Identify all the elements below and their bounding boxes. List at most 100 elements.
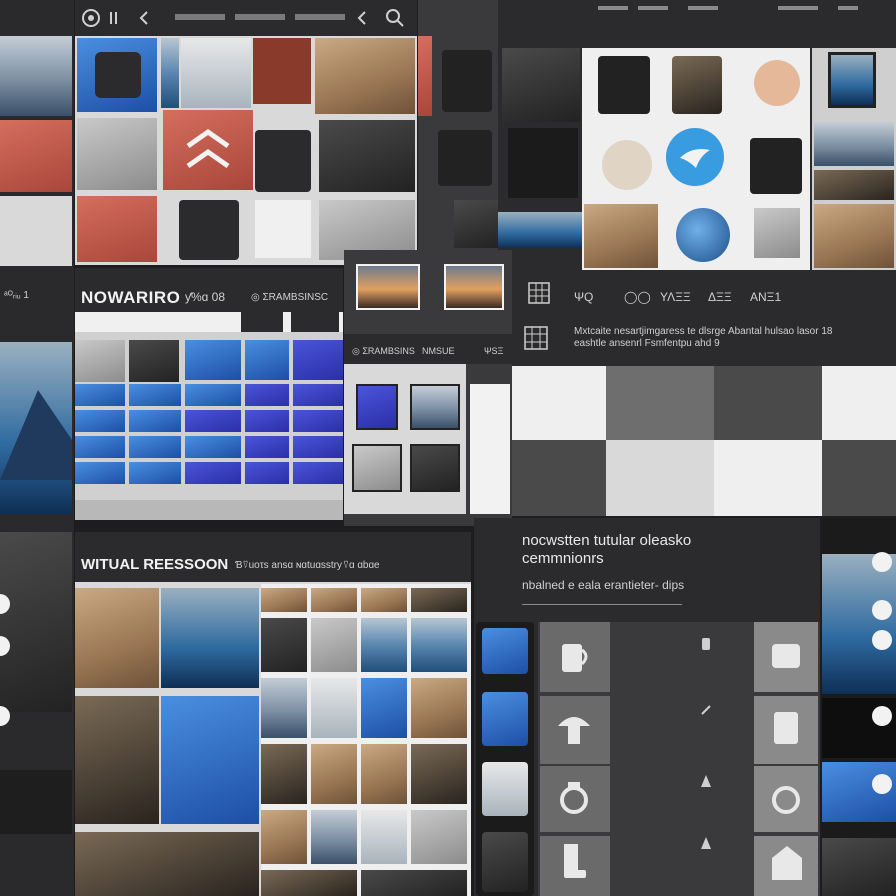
grid-cell-r4c2[interactable] — [129, 436, 181, 458]
grid-icon-2[interactable] — [524, 326, 548, 350]
grid-cell-r2c5[interactable] — [293, 384, 343, 406]
tile-painting[interactable] — [315, 38, 415, 114]
nav-5[interactable] — [838, 6, 858, 10]
grid-cell-r5c5[interactable] — [293, 462, 343, 484]
right-slider-dot-2[interactable] — [872, 600, 892, 620]
photo-r4c4[interactable] — [411, 744, 467, 804]
photo-r1c1[interactable] — [261, 588, 307, 612]
tr-map[interactable] — [584, 204, 658, 268]
photo-r2c2[interactable] — [311, 618, 357, 672]
photo-r6c1[interactable] — [261, 870, 357, 896]
photo-r4c3[interactable] — [361, 744, 407, 804]
tile-device[interactable] — [77, 118, 157, 190]
center-thumb-2[interactable] — [410, 384, 460, 430]
grid-thumb-1[interactable] — [75, 340, 125, 382]
grid-cell-r3c4[interactable] — [245, 410, 289, 432]
tab-3[interactable] — [295, 14, 345, 20]
right-header-label-2[interactable]: ◯◯ — [624, 290, 651, 304]
center-thumb-1[interactable] — [356, 384, 398, 430]
tr-doc-icon-2[interactable] — [750, 138, 802, 194]
tab-1[interactable] — [175, 14, 225, 20]
photo-r5c1[interactable] — [261, 810, 307, 864]
right-header-label-3[interactable]: ΥΛΞΞ — [660, 290, 691, 304]
tile-mist[interactable] — [181, 38, 251, 108]
tr-right-3[interactable] — [814, 170, 894, 200]
tile-sea-strip[interactable] — [161, 38, 179, 108]
photo-r3c2[interactable] — [311, 678, 357, 738]
search-icon[interactable] — [385, 8, 405, 28]
photo-r3c4[interactable] — [411, 678, 467, 738]
grid-cell-r3c1[interactable] — [75, 410, 125, 432]
narrow-device-2[interactable] — [438, 130, 492, 186]
tr-right-2[interactable] — [814, 122, 894, 166]
grid-cell-r3c5[interactable] — [293, 410, 343, 432]
center-thumb-4[interactable] — [410, 444, 460, 492]
tr-tile-3[interactable] — [498, 212, 582, 248]
tile-cabinet[interactable] — [319, 120, 415, 192]
virtual-thumb-lake[interactable] — [161, 588, 259, 688]
grid-icon[interactable] — [528, 282, 550, 304]
grid-cell-r1c5[interactable] — [293, 340, 343, 380]
menu-icon[interactable] — [109, 10, 125, 26]
tile-machine[interactable] — [77, 196, 157, 262]
right-slider-dot-1[interactable] — [872, 552, 892, 572]
grid-cell-r5c4[interactable] — [245, 462, 289, 484]
photo-r3c1[interactable] — [261, 678, 307, 738]
left-thumb-doc[interactable] — [0, 196, 72, 266]
grid-cell-r3c3[interactable] — [185, 410, 241, 432]
sidebar-app-1[interactable] — [482, 628, 528, 674]
sunset-thumb-1[interactable] — [356, 264, 420, 310]
tr-right-1[interactable] — [828, 52, 876, 108]
back-icon[interactable] — [137, 10, 153, 26]
right-slider-dot-5[interactable] — [872, 774, 892, 794]
photo-r4c2[interactable] — [311, 744, 357, 804]
photo-r2c1[interactable] — [261, 618, 307, 672]
photo-r5c4[interactable] — [411, 810, 467, 864]
left-thumb-red[interactable] — [0, 120, 72, 192]
sidebar-app-2[interactable] — [482, 692, 528, 746]
sunset-thumb-2[interactable] — [444, 264, 504, 310]
grid-cell-r1c3[interactable] — [185, 340, 241, 380]
grid-cell-r5c2[interactable] — [129, 462, 181, 484]
tr-tile-2[interactable] — [508, 128, 578, 198]
right-header-label-1[interactable]: ΨQ — [574, 290, 593, 304]
tr-right-4[interactable] — [814, 204, 894, 268]
tr-canyon[interactable] — [672, 56, 722, 114]
sidebar-app-3[interactable] — [482, 762, 528, 816]
tr-tile-1[interactable] — [502, 48, 580, 122]
grid-cell-r4c3[interactable] — [185, 436, 241, 458]
subbar-tab-1[interactable] — [241, 312, 283, 332]
sidebar-app-4[interactable] — [482, 832, 528, 892]
chevron-left-icon[interactable] — [355, 10, 371, 26]
nav-1[interactable] — [598, 6, 628, 10]
tr-cake[interactable] — [754, 60, 800, 106]
nav-4[interactable] — [778, 6, 818, 10]
tab-2[interactable] — [235, 14, 285, 20]
grid-cell-r1c4[interactable] — [245, 340, 289, 380]
tile-window[interactable] — [253, 38, 311, 104]
tile-doc-2[interactable] — [179, 200, 239, 260]
grid-cell-r2c4[interactable] — [245, 384, 289, 406]
tr-globe[interactable] — [676, 208, 730, 262]
narrow-device-3[interactable] — [454, 200, 498, 248]
tr-bowl[interactable] — [602, 140, 652, 190]
left-thumb-dark[interactable] — [0, 532, 72, 712]
grid-cell-r4c4[interactable] — [245, 436, 289, 458]
photo-r5c2[interactable] — [311, 810, 357, 864]
grid-cell-r5c1[interactable] — [75, 462, 125, 484]
virtual-thumb-bottom[interactable] — [75, 832, 259, 896]
tr-doc-icon[interactable] — [598, 56, 650, 114]
left-thumb-sky[interactable] — [0, 36, 72, 116]
photo-r6c2[interactable] — [361, 870, 467, 896]
center-tab-label[interactable]: ΨSΞ — [484, 346, 503, 356]
photo-r4c1[interactable] — [261, 744, 307, 804]
photo-r5c3[interactable] — [361, 810, 407, 864]
grid-cell-r4c5[interactable] — [293, 436, 343, 458]
virtual-thumb-desert[interactable] — [75, 588, 159, 688]
virtual-thumb-blue[interactable] — [161, 696, 259, 824]
photo-r1c4[interactable] — [411, 588, 467, 612]
nav-2[interactable] — [638, 6, 668, 10]
right-edge-1[interactable] — [822, 554, 896, 694]
tile-printer[interactable] — [255, 200, 311, 258]
photo-r2c4[interactable] — [411, 618, 467, 672]
